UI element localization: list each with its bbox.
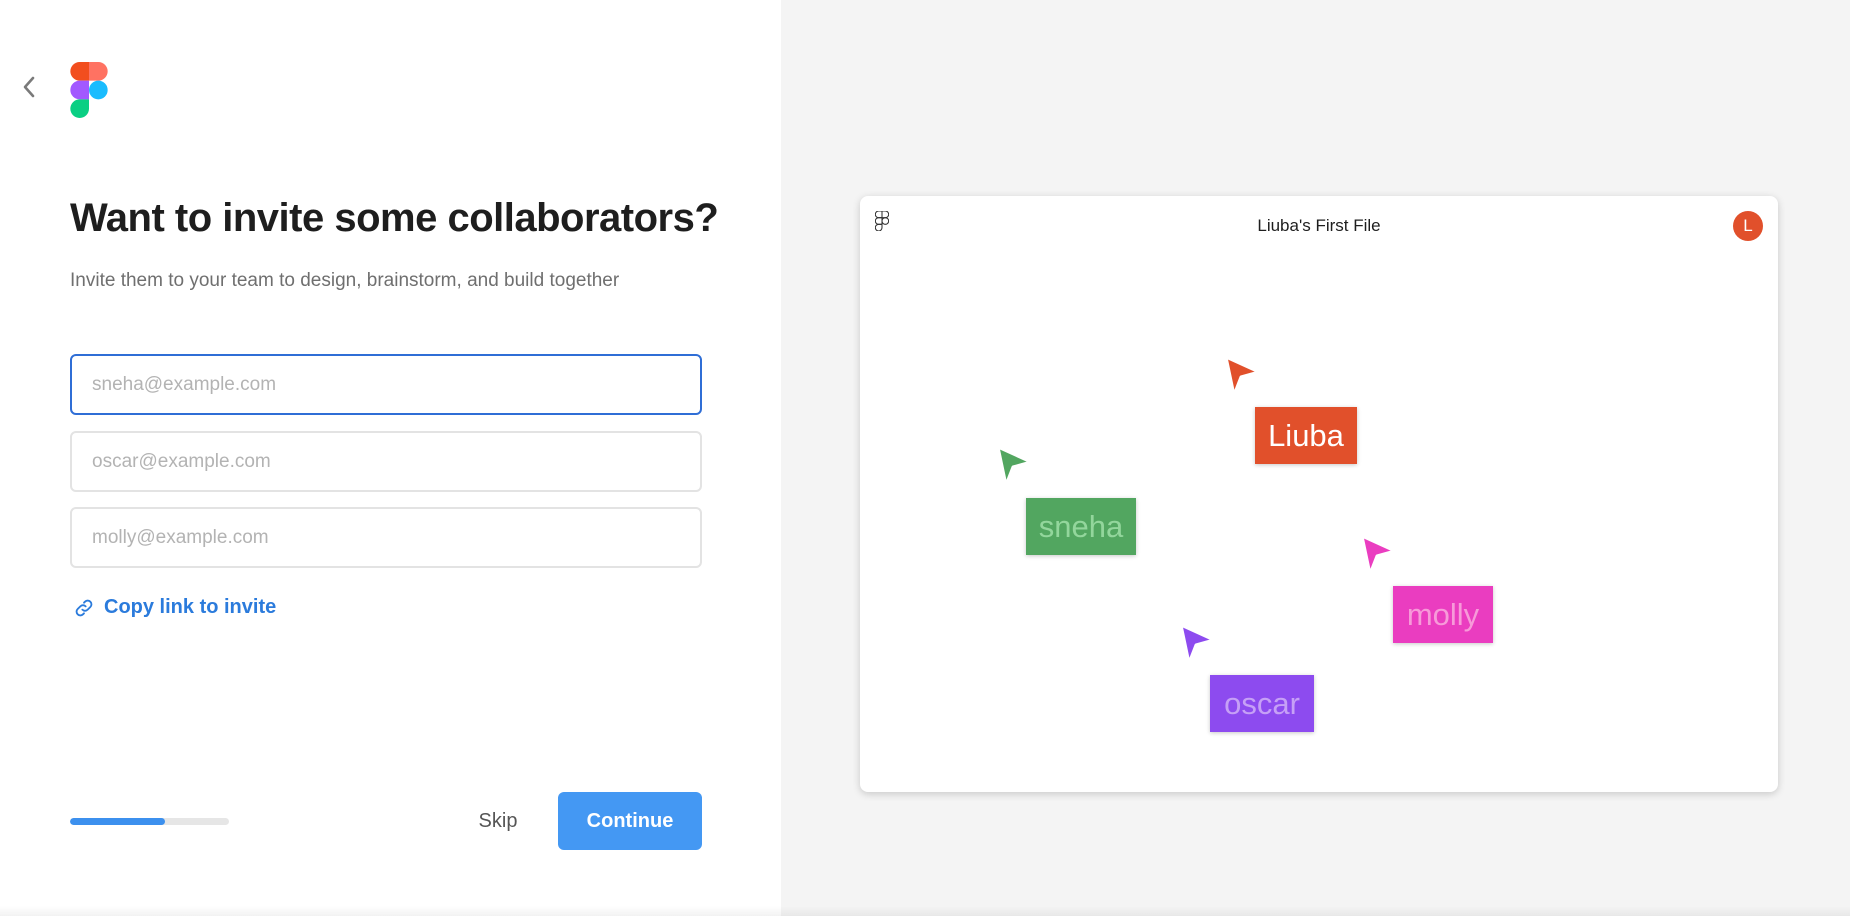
link-icon — [75, 599, 93, 616]
avatar: L — [1733, 211, 1763, 241]
copy-link-label: Copy link to invite — [104, 596, 277, 618]
continue-button[interactable]: Continue — [558, 792, 702, 850]
cursor-arrow-icon-liuba — [1224, 355, 1261, 397]
file-title: Liuba's First File — [1257, 216, 1381, 235]
page-subtitle: Invite them to your team to design, brai… — [70, 270, 620, 291]
email-field-2[interactable] — [70, 431, 702, 492]
email-field-1[interactable] — [70, 354, 702, 415]
cursor-tag-liuba: Liuba — [1255, 407, 1357, 464]
page-title: Want to invite some collaborators? — [70, 196, 719, 240]
back-button[interactable] — [16, 72, 42, 102]
skip-button[interactable]: Skip — [458, 792, 538, 850]
chevron-left-icon — [23, 76, 35, 98]
cursor-tag-label: sneha — [1038, 508, 1124, 544]
cursor-tag-molly: molly — [1393, 586, 1493, 643]
progress-fill — [70, 818, 166, 825]
cursor-tag-oscar: oscar — [1210, 675, 1314, 732]
file-preview-card: Liuba's First File L Liuba sneha molly o… — [860, 196, 1778, 792]
cursor-tag-label: Liuba — [1268, 417, 1344, 453]
progress-bar — [70, 818, 229, 825]
cursor-tag-label: molly — [1406, 596, 1480, 632]
cursor-tag-sneha: sneha — [1026, 498, 1136, 555]
cursor-tag-label: oscar — [1224, 685, 1300, 721]
cursor-arrow-icon-oscar — [1179, 623, 1216, 665]
copy-link-button[interactable]: Copy link to invite — [74, 596, 276, 619]
email-field-3[interactable] — [70, 507, 702, 568]
cursor-arrow-icon-molly — [1360, 534, 1397, 576]
onboarding-panel: Want to invite some collaborators? Invit… — [0, 0, 781, 916]
figma-logo — [70, 62, 108, 118]
cursor-arrow-icon-sneha — [996, 445, 1033, 487]
